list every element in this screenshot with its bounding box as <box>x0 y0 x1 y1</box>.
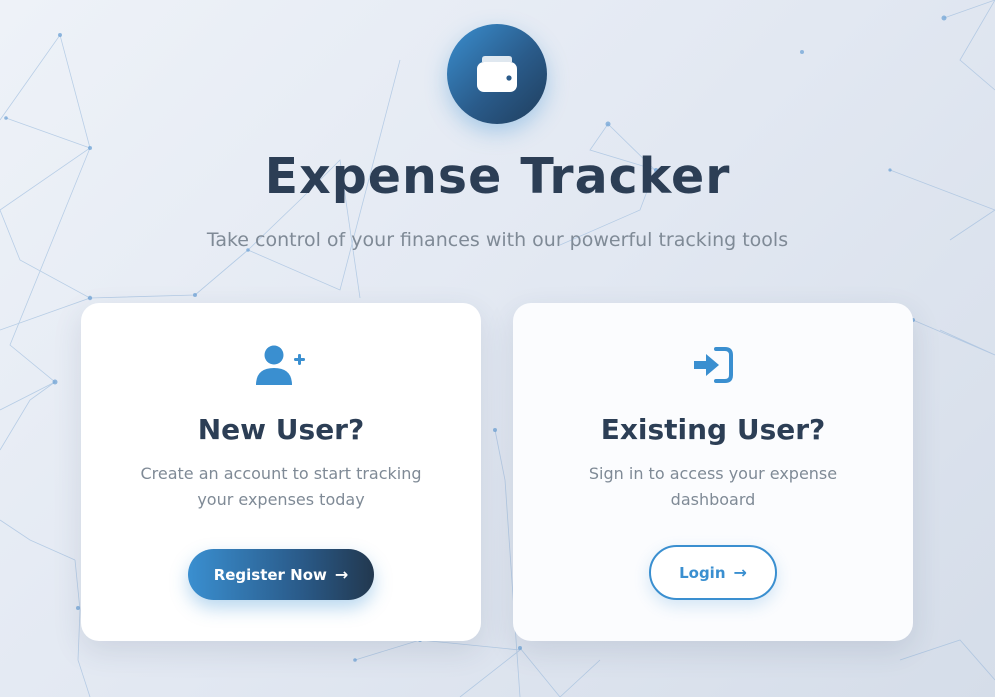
arrow-right-icon: → <box>334 564 349 584</box>
login-button-label: Login <box>679 563 726 582</box>
existing-user-title: Existing User? <box>600 413 826 446</box>
app-title: Expense Tracker <box>264 148 731 205</box>
register-button[interactable]: Register Now → <box>188 549 374 600</box>
wallet-icon <box>477 56 517 92</box>
register-button-label: Register Now <box>213 565 327 584</box>
arrow-right-icon: → <box>733 562 747 582</box>
new-user-title: New User? <box>197 413 365 446</box>
user-plus-icon <box>256 345 305 385</box>
new-user-description: Create an account to start tracking your… <box>140 464 422 509</box>
existing-user-card: Existing User? Sign in to access your ex… <box>513 303 913 641</box>
existing-user-description: Sign in to access your expense dashboard <box>588 464 838 509</box>
app-subtitle: Take control of your finances with our p… <box>206 229 789 251</box>
landing-page: Expense Tracker Take control of your fin… <box>0 0 995 697</box>
new-user-card: New User? Create an account to start tra… <box>81 303 481 641</box>
login-button[interactable]: Login → <box>649 545 777 600</box>
sign-in-icon <box>694 347 733 383</box>
logo-badge <box>447 24 547 124</box>
